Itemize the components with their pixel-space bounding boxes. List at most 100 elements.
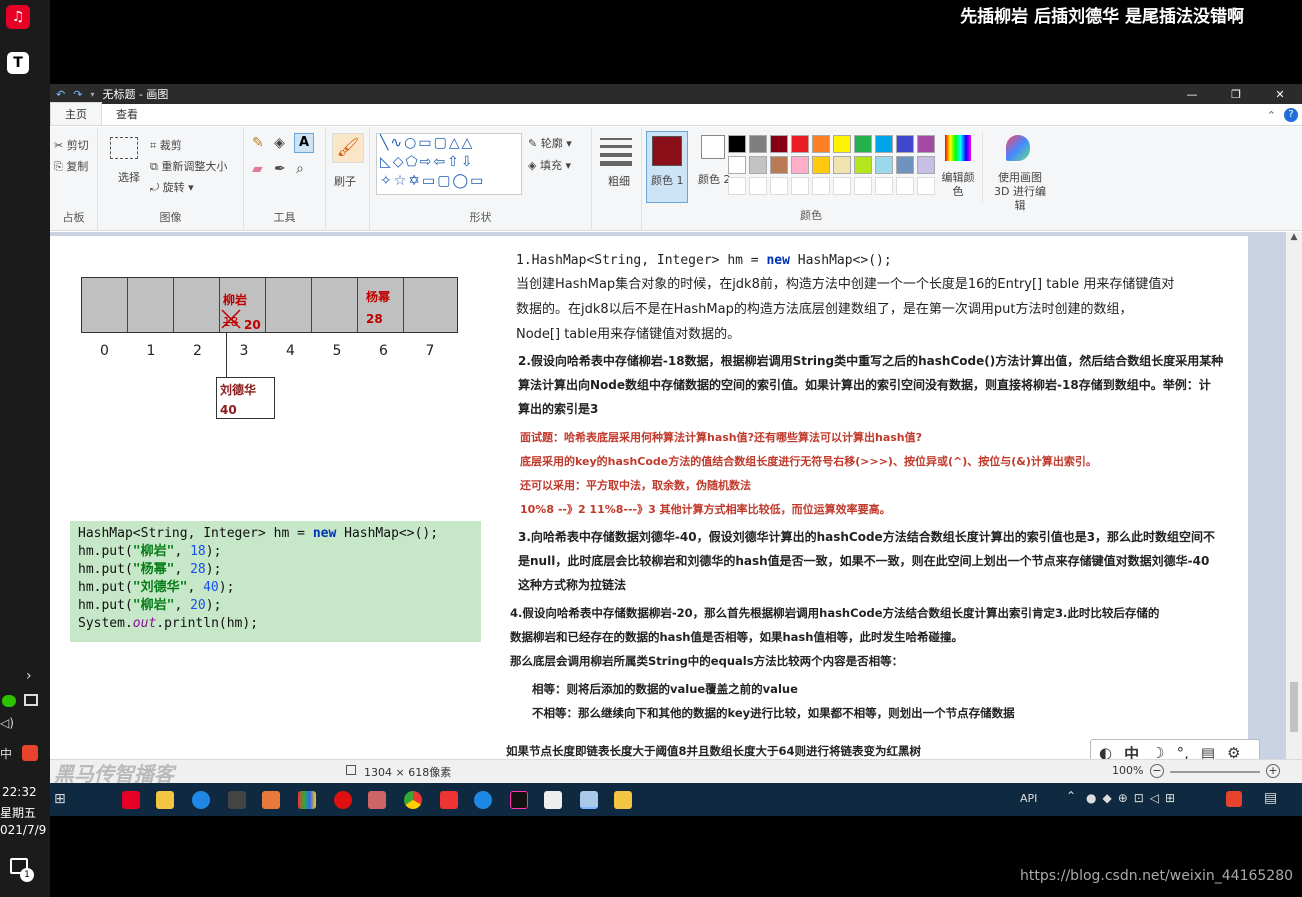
app-icon-14[interactable] [614,791,632,809]
palette-swatch[interactable] [728,156,746,174]
palette-swatch[interactable] [833,135,851,153]
size-button[interactable]: 粗细 [608,173,630,189]
qat-dropdown-icon[interactable]: ▾ [90,90,94,99]
clock-time[interactable]: 22:32 [2,785,37,799]
xmind-icon[interactable] [262,791,280,809]
tray-overflow-icon[interactable]: ⌃ [1066,789,1076,803]
outline-button[interactable]: ✎ 轮廓 ▾ [528,135,572,151]
fill-button[interactable]: ◈ 填充 ▾ [528,157,571,173]
app-icon-10[interactable] [474,791,492,809]
drawing-canvas[interactable]: 柳岩 18 20 杨幂 28 0 1 2 3 4 5 6 7 刘德华 40 HashMap<S… [50,236,1248,759]
api-tray-label[interactable]: API [1020,792,1037,805]
select-button[interactable]: 选择 [118,169,140,185]
palette-swatch[interactable] [770,156,788,174]
palette-swatch[interactable] [854,177,872,195]
palette-swatch[interactable] [917,135,935,153]
pencil-icon[interactable]: ✎ [252,135,264,151]
palette-swatch[interactable] [875,156,893,174]
magnifier-icon[interactable]: ⌕ [296,161,304,177]
color1-button[interactable]: 颜色 1 [646,131,688,203]
brush-button[interactable]: 刷子 [334,173,356,189]
palette-swatch[interactable] [728,135,746,153]
sogou-icon[interactable] [22,745,38,761]
ime-zh-icon[interactable]: 中 [0,745,12,762]
rotate-button[interactable]: ⤾ 旋转 ▾ [150,179,194,195]
netease-taskbar-icon[interactable] [122,791,140,809]
size-icon[interactable] [600,135,632,166]
close-button[interactable]: ✕ [1258,88,1302,101]
netease-music-icon[interactable]: ♫ [6,5,30,29]
palette-swatch[interactable] [833,156,851,174]
palette-swatch[interactable] [896,156,914,174]
palette-swatch[interactable] [812,135,830,153]
copy-button[interactable]: ⎘ 复制 [54,158,88,174]
scroll-up-icon[interactable]: ▲ [1286,232,1302,242]
crop-button[interactable]: ⌗ 裁剪 [150,137,182,153]
palette-swatch[interactable] [812,177,830,195]
scroll-thumb[interactable] [1290,682,1298,732]
tray-icons[interactable]: ●◆⊕⊡◁⊞ [1086,791,1181,805]
zoom-in-button[interactable]: + [1266,764,1280,778]
tab-home[interactable]: 主页 [50,102,102,125]
eraser-icon[interactable]: ▰ [252,161,263,177]
palette-swatch[interactable] [812,156,830,174]
chrome-icon[interactable] [404,791,422,809]
palette-swatch[interactable] [791,177,809,195]
file-explorer-icon[interactable] [156,791,174,809]
palette-swatch[interactable] [896,177,914,195]
palette-swatch[interactable] [875,177,893,195]
palette-swatch[interactable] [875,135,893,153]
task-view-icon[interactable]: ⊞ [54,791,66,807]
minimize-button[interactable]: — [1170,88,1214,101]
paint-taskbar-icon[interactable] [580,791,598,809]
palette-swatch[interactable] [917,177,935,195]
maximize-button[interactable]: ❐ [1214,88,1258,101]
redo-icon[interactable]: ↷ [73,88,82,101]
tab-view[interactable]: 查看 [102,103,152,125]
palette-swatch[interactable] [749,177,767,195]
paint3d-button[interactable]: 使用画图 3D 进行编辑 [982,131,1052,212]
zoom-slider[interactable] [1170,771,1260,773]
intellij-icon[interactable] [510,791,528,809]
palette-swatch[interactable] [917,156,935,174]
brush-icon[interactable]: 🖌 [332,133,364,163]
palette-swatch[interactable] [854,135,872,153]
store-icon[interactable] [228,791,246,809]
select-icon[interactable] [110,137,138,159]
action-center-icon[interactable]: ▤ [1264,790,1277,806]
app-icon-7[interactable] [368,791,386,809]
palette-swatch[interactable] [896,135,914,153]
wechat-icon[interactable] [2,695,16,707]
help-icon[interactable]: ? [1284,108,1298,122]
collapse-ribbon-icon[interactable]: ⌃ [1267,109,1276,125]
palette-swatch[interactable] [749,156,767,174]
cut-button[interactable]: ✂ 剪切 [54,137,89,153]
undo-icon[interactable]: ↶ [56,88,65,101]
palette-swatch[interactable] [791,156,809,174]
edge-icon[interactable] [192,791,210,809]
expand-chevron-icon[interactable]: › [26,668,32,684]
palette-swatch[interactable] [770,177,788,195]
fill-icon[interactable]: ◈ [274,135,285,151]
volume-icon[interactable]: ◁) [0,716,14,730]
shapes-gallery[interactable]: ╲∿○▭▢△△ ◺◇⬠⇨⇦⇧⇩ ✧☆✡▭▢◯▭ [376,133,522,195]
palette-swatch[interactable] [770,135,788,153]
network-icon[interactable] [24,694,38,706]
zoom-out-button[interactable]: − [1150,764,1164,778]
typora-app-icon[interactable]: T [7,52,29,74]
app-icon-9[interactable] [440,791,458,809]
palette-swatch[interactable] [833,177,851,195]
typora-taskbar-icon[interactable] [544,791,562,809]
record-icon[interactable] [334,791,352,809]
vertical-scrollbar[interactable]: ▲ [1286,232,1302,759]
palette-swatch[interactable] [749,135,767,153]
palette-swatch[interactable] [854,156,872,174]
office-icon[interactable] [298,791,316,809]
palette-swatch[interactable] [791,135,809,153]
text-tool-icon[interactable]: A [294,133,314,153]
palette-swatch[interactable] [728,177,746,195]
resize-button[interactable]: ⧉ 重新调整大小 [150,158,227,174]
sogou-tray-icon[interactable] [1226,791,1242,807]
edit-colors-button[interactable]: 编辑颜色 [938,131,978,203]
color-picker-icon[interactable]: ✒ [274,161,286,177]
